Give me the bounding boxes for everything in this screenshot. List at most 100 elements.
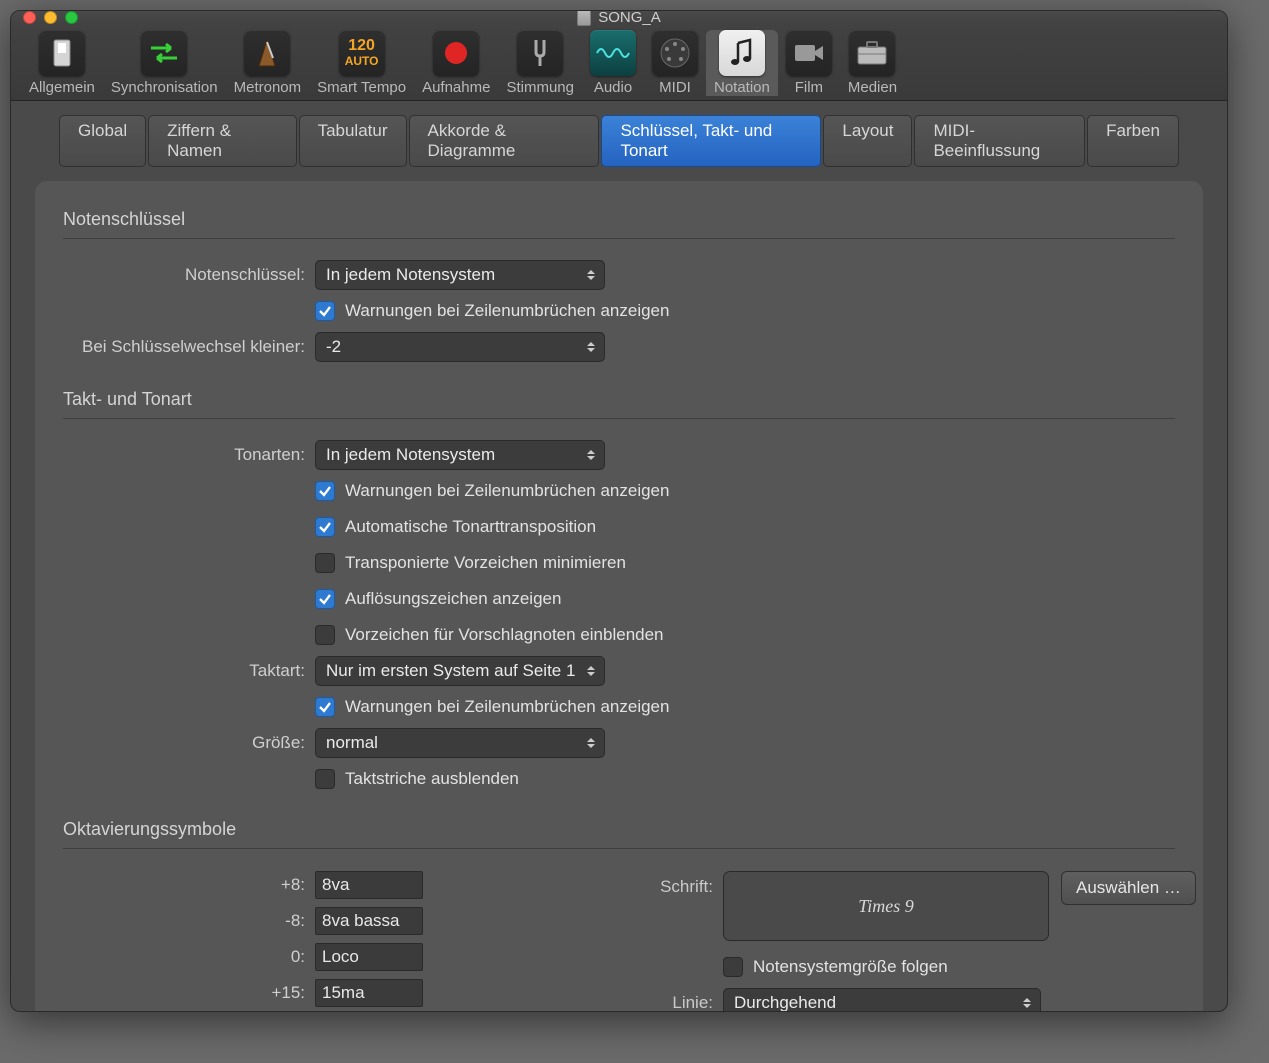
checkbox-follow-staff-size[interactable] [723,957,743,977]
toolbar-item-smart-tempo[interactable]: 120 AUTO Smart Tempo [309,30,414,96]
divider [63,848,1175,849]
checkbox-grace-accidentals[interactable] [315,625,335,645]
toolbar-label: Aufnahme [422,79,490,96]
metronome-icon [244,30,290,76]
toolbar-label: Film [795,79,823,96]
tab-schluessel-takt-tonart[interactable]: Schlüssel, Takt- und Tonart [601,115,821,167]
tab-tabulatur[interactable]: Tabulatur [299,115,407,167]
divider [63,238,1175,239]
select-taktart[interactable]: Nur im ersten System auf Seite 1 [315,656,605,686]
tab-layout[interactable]: Layout [823,115,912,167]
toolbar-item-film[interactable]: Film [778,30,840,96]
toolbar-label: Medien [848,79,897,96]
label-groesse: Größe: [35,733,315,753]
label-kleiner: Bei Schlüsselwechsel kleiner: [35,337,315,357]
record-icon [433,30,479,76]
toolbar-label: Audio [594,79,632,96]
toolbar-item-metronom[interactable]: Metronom [226,30,310,96]
input-minus8[interactable] [315,907,423,935]
select-value: Durchgehend [734,993,836,1012]
select-notenschluessel[interactable]: In jedem Notensystem [315,260,605,290]
tempo-auto: AUTO [345,54,379,68]
font-preview-box: Times 9 [723,871,1049,941]
preferences-window: SONG_A Allgemein Synchronisation Metrono… [10,10,1228,1012]
toolbar-item-synchronisation[interactable]: Synchronisation [103,30,226,96]
tab-akkorde-diagramme[interactable]: Akkorde & Diagramme [409,115,600,167]
select-value: Nur im ersten System auf Seite 1 [326,661,575,681]
select-groesse[interactable]: normal [315,728,605,758]
tab-farben[interactable]: Farben [1087,115,1179,167]
toolbar-item-stimmung[interactable]: Stimmung [498,30,582,96]
label-linie: Linie: [493,993,723,1012]
checkbox-label: Vorzeichen für Vorschlagnoten einblenden [345,625,664,645]
checkbox-clef-warn[interactable] [315,301,335,321]
select-kleiner[interactable]: -2 [315,332,605,362]
toolbar-item-allgemein[interactable]: Allgemein [21,30,103,96]
toolbar-item-audio[interactable]: Audio [582,30,644,96]
toolbar-item-aufnahme[interactable]: Aufnahme [414,30,498,96]
checkbox-minimize-accidentals[interactable] [315,553,335,573]
sync-icon [141,30,187,76]
tab-ziffern-namen[interactable]: Ziffern & Namen [148,115,296,167]
checkbox-auto-transposition[interactable] [315,517,335,537]
toolbar-item-notation[interactable]: Notation [706,30,778,96]
camera-icon [786,30,832,76]
select-value: -2 [326,337,341,357]
midi-icon [652,30,698,76]
checkbox-label: Notensystemgröße folgen [753,957,948,977]
input-zero[interactable] [315,943,423,971]
music-note-icon [719,30,765,76]
chevron-updown-icon [585,663,597,679]
toolbar-label: Stimmung [506,79,574,96]
checkbox-key-warn[interactable] [315,481,335,501]
checkbox-takt-warn[interactable] [315,697,335,717]
sub-tabs: Global Ziffern & Namen Tabulatur Akkorde… [11,115,1227,167]
chevron-updown-icon [585,735,597,751]
checkbox-label: Warnungen bei Zeilenumbrüchen anzeigen [345,481,669,501]
checkbox-naturals[interactable] [315,589,335,609]
label-schrift: Schrift: [493,871,723,897]
toolbar-label: Smart Tempo [317,79,406,96]
select-value: In jedem Notensystem [326,445,495,465]
briefcase-icon [849,30,895,76]
toolbar-label: Notation [714,79,770,96]
label-notenschluessel: Notenschlüssel: [35,265,315,285]
input-plus8[interactable] [315,871,423,899]
chevron-updown-icon [585,267,597,283]
label-minus8: -8: [35,911,315,931]
divider [63,418,1175,419]
checkbox-label: Taktstriche ausblenden [345,769,519,789]
toolbar-label: Allgemein [29,79,95,96]
titlebar: SONG_A [11,11,1227,24]
tuning-fork-icon [517,30,563,76]
chevron-updown-icon [585,447,597,463]
section-title-octave: Oktavierungssymbole [35,819,1203,848]
section-title-clef: Notenschlüssel [35,209,1203,238]
section-title-key: Takt- und Tonart [35,389,1203,418]
tab-midi-beeinflussung[interactable]: MIDI-Beeinflussung [914,115,1085,167]
label-plus8: +8: [35,875,315,895]
label-zero: 0: [35,947,315,967]
checkbox-label: Warnungen bei Zeilenumbrüchen anzeigen [345,301,669,321]
waveform-icon [590,30,636,76]
tab-global[interactable]: Global [59,115,146,167]
toolbar-label: Synchronisation [111,79,218,96]
select-tonarten[interactable]: In jedem Notensystem [315,440,605,470]
toolbar-item-midi[interactable]: MIDI [644,30,706,96]
tempo-value: 120 [348,38,375,54]
settings-panel: Notenschlüssel Notenschlüssel: In jedem … [35,181,1203,1012]
input-plus15[interactable] [315,979,423,1007]
document-icon [577,10,591,26]
checkbox-hide-barlines[interactable] [315,769,335,789]
smart-tempo-icon: 120 AUTO [339,30,385,76]
switch-icon [39,30,85,76]
checkbox-label: Transponierte Vorzeichen minimieren [345,553,626,573]
checkbox-label: Auflösungszeichen anzeigen [345,589,561,609]
toolbar-label: MIDI [659,79,691,96]
select-value: normal [326,733,378,753]
select-linie[interactable]: Durchgehend [723,988,1041,1012]
label-tonarten: Tonarten: [35,445,315,465]
toolbar-item-medien[interactable]: Medien [840,30,905,96]
choose-font-button[interactable]: Auswählen … [1061,871,1196,905]
toolbar-label: Metronom [234,79,302,96]
